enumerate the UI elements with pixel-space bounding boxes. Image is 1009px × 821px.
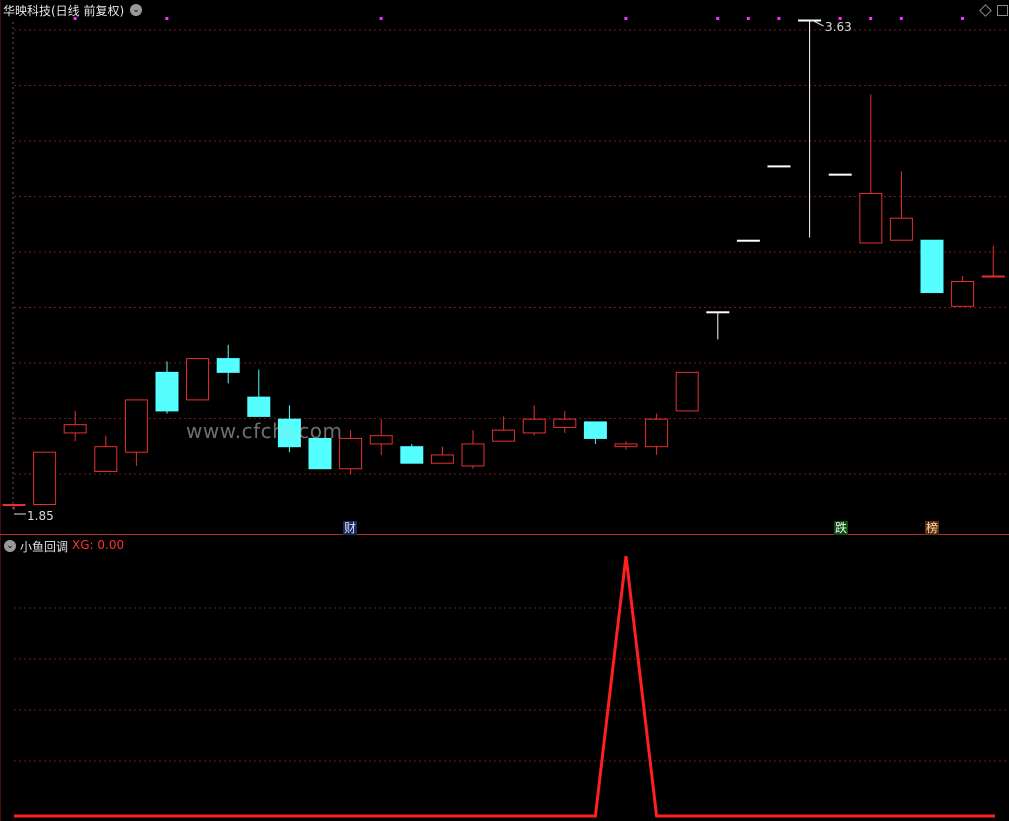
signal-dot: [716, 17, 720, 20]
signal-dot: [899, 17, 903, 20]
candle-body: [920, 239, 944, 294]
candle-body: [400, 446, 424, 464]
candle-body: [889, 217, 913, 241]
candle-body: [859, 192, 883, 244]
candle-body: [583, 421, 607, 439]
candle: [63, 410, 87, 442]
candle: [216, 344, 240, 384]
xg-series-line: [14, 555, 995, 818]
candle-body: [736, 239, 760, 242]
candle-body: [553, 418, 577, 428]
candle: [369, 419, 393, 455]
candle: [889, 171, 913, 241]
stock-chart-window: 华映科技(日线 前复权) ⌄ 3.63 1.85 财 跌 榜 www.cfchi…: [0, 0, 1009, 821]
signal-dot: [624, 17, 628, 20]
candle: [155, 361, 179, 414]
indicator-chart[interactable]: [0, 535, 1009, 821]
candle-body: [216, 358, 240, 373]
candle-body: [828, 173, 852, 176]
candle: [736, 239, 760, 242]
candle-body: [94, 446, 118, 472]
signal-dot: [73, 17, 77, 20]
candle-body: [63, 424, 87, 434]
candle-body: [706, 311, 730, 314]
candle-body: [155, 371, 179, 412]
candle-body: [2, 503, 26, 506]
candle: [645, 413, 669, 455]
candle-body: [247, 396, 271, 417]
watermark: www.cfchi.com: [186, 419, 343, 443]
candle-body: [798, 19, 822, 22]
candlestick-chart[interactable]: [0, 0, 1009, 535]
candle-body: [522, 418, 546, 434]
candle: [706, 311, 730, 340]
candle-body: [461, 443, 485, 467]
candle-body: [645, 418, 669, 448]
candle: [981, 245, 1005, 278]
candle: [859, 94, 883, 244]
candle-body: [492, 429, 516, 442]
candle-body: [614, 443, 638, 448]
candle: [675, 371, 699, 412]
candle-body: [981, 275, 1005, 278]
candle: [767, 165, 791, 168]
high-price-label: 3.63: [825, 20, 852, 34]
candle-body: [430, 454, 454, 464]
signal-dot: [165, 17, 169, 20]
signal-dot: [869, 17, 873, 20]
candle: [124, 399, 148, 466]
tag-rank-list[interactable]: 榜: [925, 521, 940, 535]
candle: [614, 441, 638, 450]
candle: [920, 239, 944, 294]
candle-body: [124, 399, 148, 453]
candle-body: [33, 451, 57, 505]
signal-dot: [777, 17, 781, 20]
candle-body: [339, 437, 363, 470]
candle: [94, 435, 118, 472]
candle: [186, 358, 210, 401]
signal-dot: [379, 17, 383, 20]
candle: [951, 276, 975, 307]
candle: [339, 430, 363, 475]
candle-body: [369, 435, 393, 445]
candle: [553, 410, 577, 433]
tag-decline[interactable]: 跌: [834, 521, 849, 535]
candle: [461, 430, 485, 469]
signal-dot: [746, 17, 750, 20]
candle: [430, 446, 454, 464]
tag-financial-report[interactable]: 财: [343, 521, 358, 535]
candle: [2, 503, 26, 510]
candle: [798, 19, 822, 238]
candle: [828, 173, 852, 176]
candle-body: [186, 358, 210, 401]
candle: [247, 369, 271, 417]
candle-body: [767, 165, 791, 168]
candle: [583, 421, 607, 444]
signal-dot: [961, 17, 964, 20]
candle: [400, 443, 424, 464]
candle-body: [675, 371, 699, 412]
candle: [492, 416, 516, 442]
candle: [33, 451, 57, 505]
low-price-label: 1.85: [27, 509, 54, 523]
candle: [522, 405, 546, 436]
candle-body: [951, 281, 975, 307]
